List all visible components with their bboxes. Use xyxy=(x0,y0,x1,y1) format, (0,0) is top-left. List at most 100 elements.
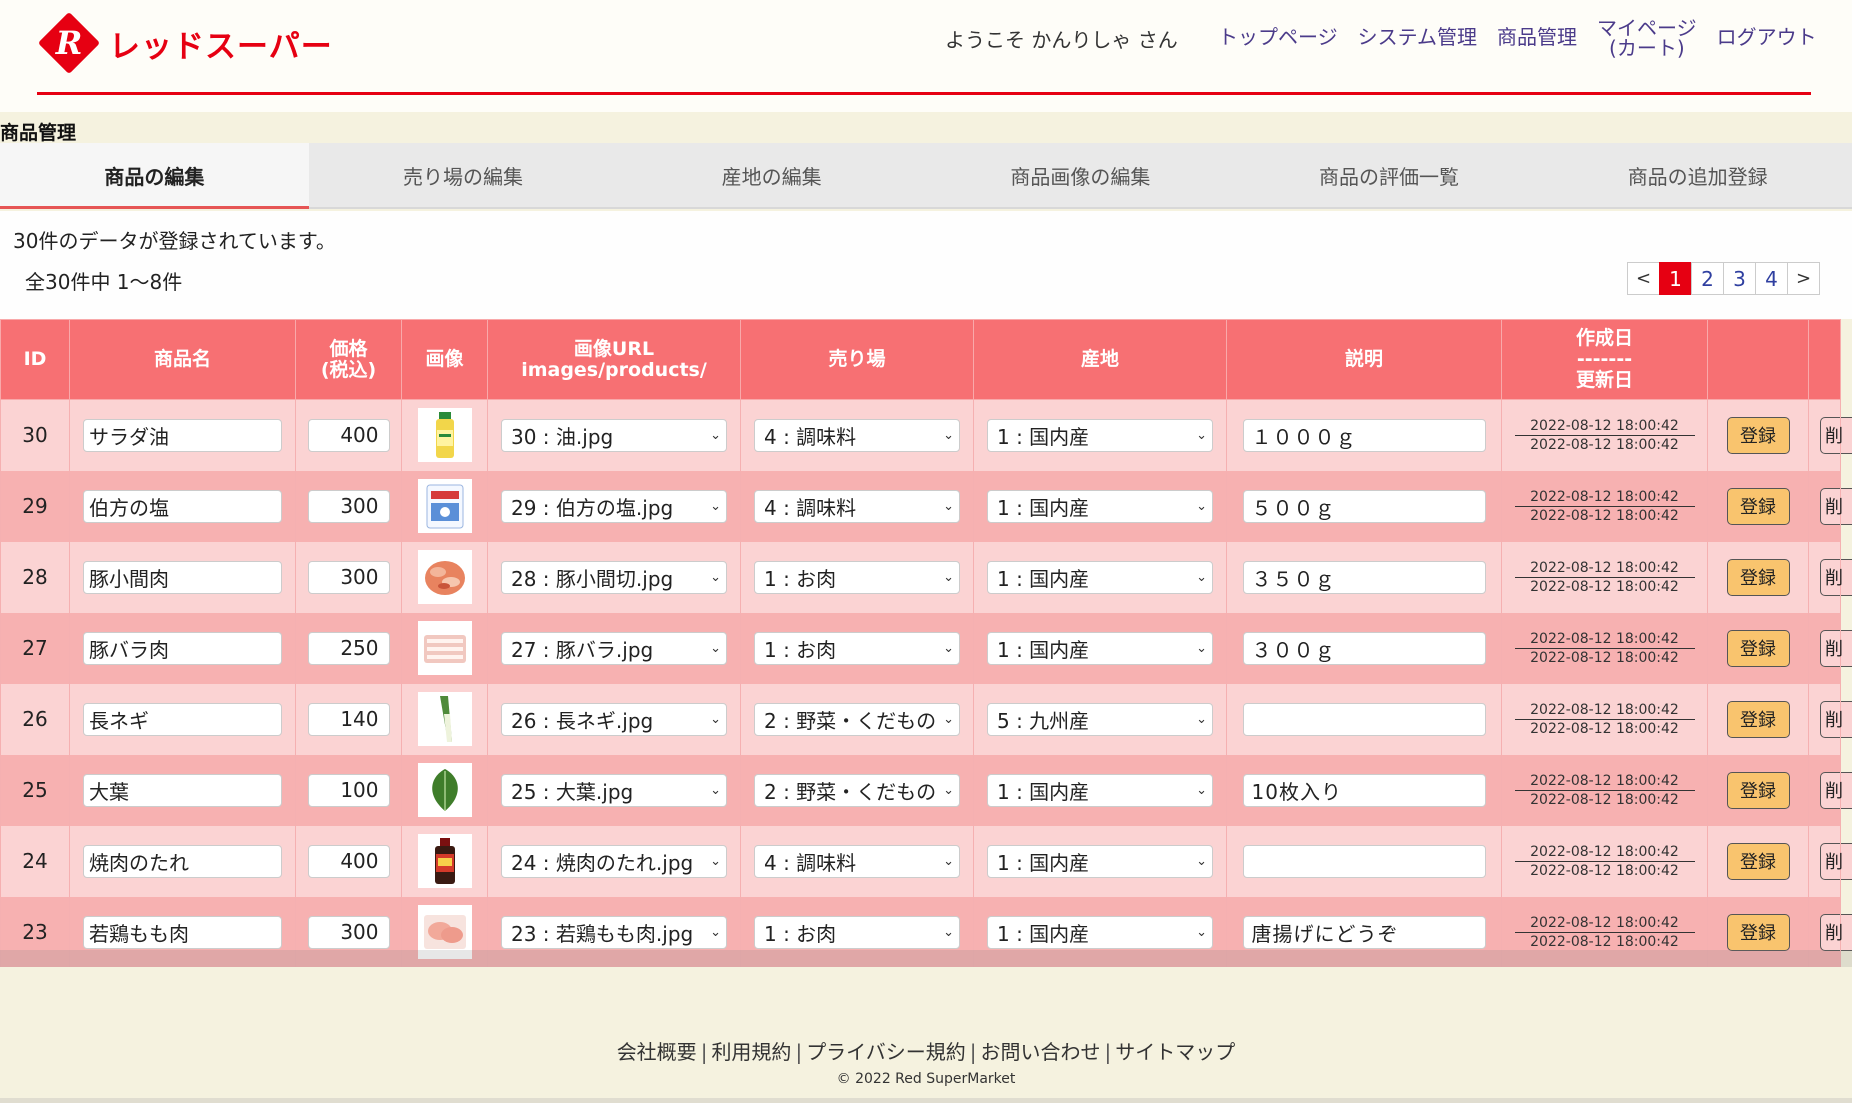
footer-separator: | xyxy=(1104,1040,1112,1064)
footer-link-sitemap[interactable]: サイトマップ xyxy=(1115,1040,1235,1064)
floor-select[interactable]: 4 : 調味料 ⌄ xyxy=(754,844,960,878)
pagination-page-4[interactable]: 4 xyxy=(1755,262,1788,295)
delete-button[interactable]: 削 xyxy=(1820,487,1852,525)
site-logo[interactable]: R レッドスーパー xyxy=(37,10,333,76)
product-name-input[interactable]: 豚小間肉 xyxy=(83,560,282,594)
floor-select[interactable]: 1 : お肉 ⌄ xyxy=(754,560,960,594)
delete-button[interactable]: 削 xyxy=(1820,416,1852,454)
price-input[interactable]: 400 xyxy=(307,418,390,452)
origin-select[interactable]: 1 : 国内産 ⌄ xyxy=(987,915,1213,949)
register-button[interactable]: 登録 xyxy=(1726,700,1790,738)
price-input[interactable]: 400 xyxy=(307,844,390,878)
price-input[interactable]: 250 xyxy=(307,631,390,665)
image-url-select[interactable]: 30 : 油.jpg ⌄ xyxy=(501,418,727,452)
register-button[interactable]: 登録 xyxy=(1726,913,1790,951)
product-name-input[interactable]: 豚バラ肉 xyxy=(83,631,282,665)
description-input[interactable] xyxy=(1242,844,1486,878)
product-name-input[interactable]: 長ネギ xyxy=(83,702,282,736)
image-url-select[interactable]: 26 : 長ネギ.jpg ⌄ xyxy=(501,702,727,736)
tab-product-reviews[interactable]: 商品の評価一覧 xyxy=(1235,143,1544,207)
delete-button[interactable]: 削 xyxy=(1820,700,1852,738)
floor-select[interactable]: 1 : お肉 ⌄ xyxy=(754,631,960,665)
cell-name: サラダ油 xyxy=(69,399,296,471)
tab-edit-origins[interactable]: 産地の編集 xyxy=(617,143,926,207)
pagination-page-3[interactable]: 3 xyxy=(1723,262,1756,295)
tab-edit-floors[interactable]: 売り場の編集 xyxy=(309,143,618,207)
cell-name: 伯方の塩 xyxy=(69,470,296,542)
footer-bottom-rule xyxy=(0,1098,1852,1103)
origin-select[interactable]: 1 : 国内産 ⌄ xyxy=(987,489,1213,523)
image-url-select[interactable]: 25 : 大葉.jpg ⌄ xyxy=(501,773,727,807)
delete-button[interactable]: 削 xyxy=(1820,842,1852,880)
nav-link-product-admin[interactable]: 商品管理 xyxy=(1497,18,1577,48)
delete-button[interactable]: 削 xyxy=(1820,771,1852,809)
delete-button[interactable]: 削 xyxy=(1820,629,1852,667)
image-url-select[interactable]: 27 : 豚バラ.jpg ⌄ xyxy=(501,631,727,665)
register-button[interactable]: 登録 xyxy=(1726,842,1790,880)
description-input[interactable]: ３００ｇ xyxy=(1242,631,1486,665)
origin-select[interactable]: 1 : 国内産 ⌄ xyxy=(987,560,1213,594)
origin-select[interactable]: 1 : 国内産 ⌄ xyxy=(987,418,1213,452)
image-url-select[interactable]: 28 : 豚小間切.jpg ⌄ xyxy=(501,560,727,594)
origin-select[interactable]: 1 : 国内産 ⌄ xyxy=(987,773,1213,807)
register-button[interactable]: 登録 xyxy=(1726,487,1790,525)
nav-link-top-page[interactable]: トップページ xyxy=(1218,18,1338,48)
floor-select[interactable]: 2 : 野菜・くだもの ⌄ xyxy=(754,773,960,807)
nav-link-system-admin[interactable]: システム管理 xyxy=(1358,18,1477,48)
chevron-down-icon: ⌄ xyxy=(710,853,721,869)
product-name-input[interactable]: 焼肉のたれ xyxy=(83,844,282,878)
floor-select[interactable]: 2 : 野菜・くだもの ⌄ xyxy=(754,702,960,736)
price-input[interactable]: 300 xyxy=(307,489,390,523)
register-button[interactable]: 登録 xyxy=(1726,416,1790,454)
footer-link-contact[interactable]: お問い合わせ xyxy=(981,1040,1101,1064)
description-input[interactable]: ３５０ｇ xyxy=(1242,560,1486,594)
tab-add-product[interactable]: 商品の追加登録 xyxy=(1543,143,1852,207)
dates-block: 2022-08-12 18:00:42 2022-08-12 18:00:42 xyxy=(1514,843,1695,880)
cell-origin: 1 : 国内産 ⌄ xyxy=(973,825,1227,897)
origin-select[interactable]: 1 : 国内産 ⌄ xyxy=(987,631,1213,665)
product-name-input[interactable]: 若鶏もも肉 xyxy=(83,915,282,949)
description-input[interactable]: ５００ｇ xyxy=(1242,489,1486,523)
image-url-value: 29 : 伯方の塩.jpg xyxy=(511,495,674,520)
floor-value: 1 : お肉 xyxy=(764,637,837,662)
description-input[interactable] xyxy=(1242,702,1486,736)
footer-link-company[interactable]: 会社概要 xyxy=(617,1040,697,1064)
product-name-input[interactable]: サラダ油 xyxy=(83,418,282,452)
origin-select[interactable]: 1 : 国内産 ⌄ xyxy=(987,844,1213,878)
delete-button[interactable]: 削 xyxy=(1820,913,1852,951)
tab-edit-product-images[interactable]: 商品画像の編集 xyxy=(926,143,1235,207)
pagination-prev[interactable]: < xyxy=(1627,262,1660,295)
price-input[interactable]: 140 xyxy=(307,702,390,736)
register-button[interactable]: 登録 xyxy=(1726,558,1790,596)
description-input[interactable]: 10枚入り xyxy=(1242,773,1486,807)
image-url-select[interactable]: 29 : 伯方の塩.jpg ⌄ xyxy=(501,489,727,523)
price-input[interactable]: 100 xyxy=(307,773,390,807)
origin-select[interactable]: 5 : 九州産 ⌄ xyxy=(987,702,1213,736)
nav-link-mypage-cart[interactable]: マイページ (カート) xyxy=(1597,18,1697,58)
delete-button[interactable]: 削 xyxy=(1820,558,1852,596)
product-name-input[interactable]: 大葉 xyxy=(83,773,282,807)
description-input[interactable]: 唐揚げにどうぞ xyxy=(1242,915,1486,949)
pagination-page-1[interactable]: 1 xyxy=(1659,262,1692,295)
price-input[interactable]: 300 xyxy=(307,560,390,594)
pagination-next[interactable]: > xyxy=(1787,262,1820,295)
footer-link-privacy[interactable]: プライバシー規約 xyxy=(806,1040,966,1064)
footer-link-terms[interactable]: 利用規約 xyxy=(711,1040,791,1064)
nav-link-logout[interactable]: ログアウト xyxy=(1717,18,1817,48)
description-input[interactable]: １０００ｇ xyxy=(1242,418,1486,452)
floor-select[interactable]: 4 : 調味料 ⌄ xyxy=(754,418,960,452)
price-input[interactable]: 300 xyxy=(307,915,390,949)
cell-name: 長ネギ xyxy=(69,683,296,755)
register-button[interactable]: 登録 xyxy=(1726,771,1790,809)
register-button[interactable]: 登録 xyxy=(1726,629,1790,667)
chevron-down-icon: ⌄ xyxy=(943,711,954,727)
tab-edit-products[interactable]: 商品の編集 xyxy=(0,143,309,209)
floor-select[interactable]: 1 : お肉 ⌄ xyxy=(754,915,960,949)
image-url-select[interactable]: 24 : 焼肉のたれ.jpg ⌄ xyxy=(501,844,727,878)
created-date: 2022-08-12 18:00:42 xyxy=(1514,488,1695,507)
pagination-page-2[interactable]: 2 xyxy=(1691,262,1724,295)
floor-select[interactable]: 4 : 調味料 ⌄ xyxy=(754,489,960,523)
dates-block: 2022-08-12 18:00:42 2022-08-12 18:00:42 xyxy=(1514,630,1695,667)
product-name-input[interactable]: 伯方の塩 xyxy=(83,489,282,523)
image-url-select[interactable]: 23 : 若鶏もも肉.jpg ⌄ xyxy=(501,915,727,949)
